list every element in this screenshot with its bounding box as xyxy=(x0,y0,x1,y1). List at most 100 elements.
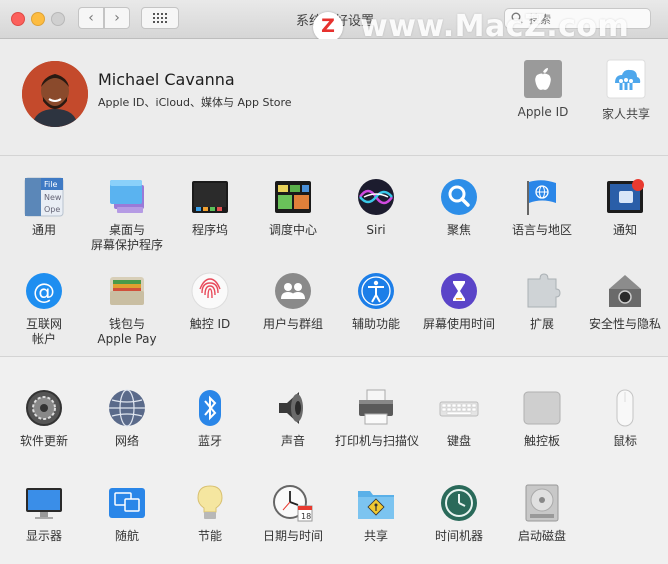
pref-spotlight[interactable]: 聚焦 xyxy=(418,177,500,238)
internet-accounts-icon: @ xyxy=(24,271,64,311)
pref-network[interactable]: 网络 xyxy=(86,388,168,449)
svg-text:@: @ xyxy=(33,280,55,305)
apple-id-pane[interactable] xyxy=(523,59,563,99)
pref-label: 通知 xyxy=(612,223,637,237)
pref-bluetooth[interactable]: 蓝牙 xyxy=(169,388,251,449)
accessibility-icon xyxy=(356,271,396,311)
avatar-photo xyxy=(22,61,88,127)
family-sharing-pane[interactable] xyxy=(606,59,646,99)
general-icon: File New Ope xyxy=(24,177,64,217)
pref-extensions[interactable]: 扩展 xyxy=(501,271,583,332)
pref-desktop-screensaver[interactable]: 桌面与 屏幕保护程序 xyxy=(86,177,168,253)
family-sharing-label: 家人共享 xyxy=(601,107,650,121)
chevron-left-icon: ‹ xyxy=(88,10,94,26)
back-button[interactable]: ‹ xyxy=(78,7,104,29)
system-preferences-window: ‹ › 系统偏好设置 Z www.MacZ.com xyxy=(0,0,668,564)
pref-label: 触控板 xyxy=(523,434,560,448)
displays-icon xyxy=(24,483,64,523)
pref-label: 屏幕使用时间 xyxy=(422,317,495,331)
pref-general[interactable]: File New Ope 通用 xyxy=(3,177,85,238)
pref-sidecar[interactable]: 随航 xyxy=(86,483,168,544)
pref-label: 日期与时间 xyxy=(262,529,323,543)
forward-button[interactable]: › xyxy=(104,7,130,29)
pref-mission-control[interactable]: 调度中心 xyxy=(252,177,334,238)
sound-icon xyxy=(273,388,313,428)
pref-keyboard[interactable]: 键盘 xyxy=(418,388,500,449)
close-button[interactable] xyxy=(11,12,25,26)
pref-label: 启动磁盘 xyxy=(517,529,566,543)
pref-date-time[interactable]: 18 日期与时间 xyxy=(252,483,334,544)
pref-label: 时间机器 xyxy=(434,529,483,543)
spotlight-icon xyxy=(439,177,479,217)
time-machine-icon xyxy=(439,483,479,523)
bluetooth-icon xyxy=(190,388,230,428)
pref-trackpad[interactable]: 触控板 xyxy=(501,388,583,449)
pref-screen-time[interactable]: 屏幕使用时间 xyxy=(418,271,500,332)
pref-notifications[interactable]: 通知 xyxy=(584,177,666,238)
pref-sharing[interactable]: 共享 xyxy=(335,483,417,544)
dock-icon xyxy=(190,177,230,217)
pref-label: 触控 ID xyxy=(189,317,231,331)
pref-label: 鼠标 xyxy=(612,434,637,448)
mouse-icon xyxy=(605,388,645,428)
pref-internet-accounts[interactable]: @ 互联网 帐户 xyxy=(3,271,85,347)
pref-label: 软件更新 xyxy=(19,434,68,448)
software-update-icon xyxy=(24,388,64,428)
pref-startup-disk[interactable]: 启动磁盘 xyxy=(501,483,583,544)
pref-accessibility[interactable]: 辅助功能 xyxy=(335,271,417,332)
zoom-button[interactable] xyxy=(51,12,65,26)
pref-software-update[interactable]: 软件更新 xyxy=(3,388,85,449)
pref-label: 辅助功能 xyxy=(351,317,400,331)
mission-control-icon xyxy=(273,177,313,217)
minimize-button[interactable] xyxy=(31,12,45,26)
wallet-applepay-icon xyxy=(107,271,147,311)
network-icon xyxy=(107,388,147,428)
pref-label: 打印机与扫描仪 xyxy=(335,434,420,448)
pref-dock[interactable]: 程序坞 xyxy=(169,177,251,238)
desktop-screensaver-icon xyxy=(107,177,147,217)
chevron-right-icon: › xyxy=(114,10,120,26)
pref-users-groups[interactable]: 用户与群组 xyxy=(252,271,334,332)
user-name: Michael Cavanna xyxy=(98,70,235,89)
svg-text:18: 18 xyxy=(301,512,311,521)
pref-label: 安全性与隐私 xyxy=(588,317,661,331)
pref-label: 程序坞 xyxy=(191,223,228,237)
preferences-section-personal: File New Ope 通用 桌面与 屏幕保护程序 程序坞 调度中心 Siri… xyxy=(0,156,668,357)
pref-label: 共享 xyxy=(363,529,388,543)
pref-label: 蓝牙 xyxy=(197,434,222,448)
pref-language-region[interactable]: 语言与地区 xyxy=(501,177,583,238)
grid-icon xyxy=(153,13,167,23)
pref-printers-scanners[interactable]: 打印机与扫描仪 xyxy=(335,388,420,449)
pref-siri[interactable]: Siri xyxy=(335,177,417,238)
security-privacy-icon xyxy=(605,271,645,311)
pref-label: 节能 xyxy=(197,529,222,543)
pref-label: 钱包与 Apple Pay xyxy=(97,317,157,346)
pref-mouse[interactable]: 鼠标 xyxy=(584,388,666,449)
pref-label: 通用 xyxy=(31,223,56,237)
watermark-logo-letter: Z xyxy=(321,15,335,37)
startup-disk-icon xyxy=(522,483,562,523)
show-all-button[interactable] xyxy=(141,7,179,29)
svg-text:New: New xyxy=(44,193,62,202)
pref-label: 用户与群组 xyxy=(262,317,323,331)
pref-security-privacy[interactable]: 安全性与隐私 xyxy=(584,271,666,332)
pref-time-machine[interactable]: 时间机器 xyxy=(418,483,500,544)
pref-wallet-applepay[interactable]: 钱包与 Apple Pay xyxy=(86,271,168,347)
pref-sound[interactable]: 声音 xyxy=(252,388,334,449)
watermark-logo: Z xyxy=(313,12,343,42)
pref-label: 桌面与 屏幕保护程序 xyxy=(90,223,163,252)
pref-label: 键盘 xyxy=(446,434,471,448)
pref-energy-saver[interactable]: 节能 xyxy=(169,483,251,544)
svg-text:File: File xyxy=(44,180,57,189)
avatar[interactable] xyxy=(22,61,88,127)
sharing-icon xyxy=(356,483,396,523)
touch-id-icon xyxy=(190,271,230,311)
siri-icon xyxy=(356,177,396,217)
preferences-section-hardware: 软件更新 网络 蓝牙 声音 打印机与扫描仪 键盘 触控板 鼠标 显示器 随航 节… xyxy=(0,357,668,564)
pref-displays[interactable]: 显示器 xyxy=(3,483,85,544)
pref-label: 网络 xyxy=(114,434,139,448)
screen-time-icon xyxy=(439,271,479,311)
trackpad-icon xyxy=(522,388,562,428)
pref-touch-id[interactable]: 触控 ID xyxy=(169,271,251,332)
keyboard-icon xyxy=(439,388,479,428)
